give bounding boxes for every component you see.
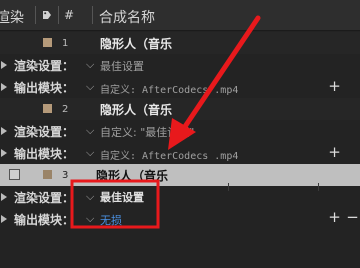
red-arrow-annotation xyxy=(70,15,261,229)
